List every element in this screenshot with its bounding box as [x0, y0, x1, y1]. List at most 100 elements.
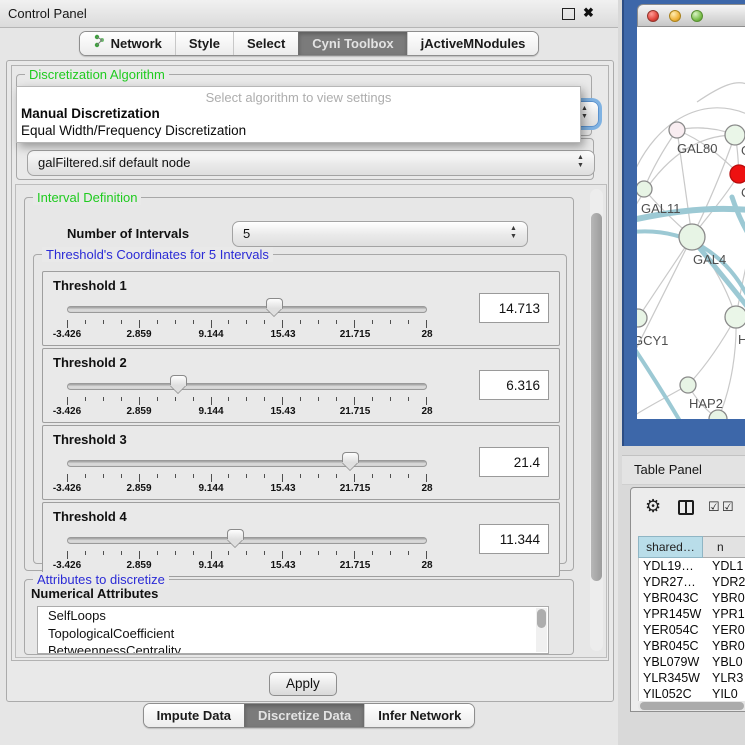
network-graph: GAL80 G C GAL11 GAL4 GCY1 H HAP2 [637, 27, 745, 419]
cyni-toolbox-panel: Discretization Algorithm ▲▼ Select algor… [6, 60, 614, 702]
table-horizontal-scrollbar[interactable] [638, 701, 745, 711]
close-icon[interactable]: ✖ [583, 5, 594, 21]
table-row[interactable]: YBL079WYBL0 [639, 654, 745, 670]
tab-jactivemnodules[interactable]: jActiveMNodules [407, 32, 539, 55]
node-label-gal4: GAL4 [693, 252, 726, 267]
table-panel-title: Table Panel [634, 462, 702, 477]
network-node[interactable] [637, 309, 647, 327]
slider-thumb[interactable] [342, 452, 359, 472]
node-label-partial-c: C [741, 185, 745, 200]
checked-checkbox-icon[interactable]: ☑ [722, 499, 734, 515]
table-row[interactable]: YDL19…YDL1 [639, 558, 745, 574]
table-data-combo[interactable]: galFiltered.sif default node ▲▼ [27, 150, 595, 176]
discretization-algorithm-group-title: Discretization Algorithm [25, 67, 169, 82]
tab-network-label: Network [111, 32, 162, 55]
threshold-4-slider[interactable] [67, 529, 427, 551]
tab-style[interactable]: Style [175, 32, 233, 55]
table-row[interactable]: YBR043CYBR0 [639, 590, 745, 606]
slider-thumb[interactable] [227, 529, 244, 549]
table-row[interactable]: YER054CYER0 [639, 622, 745, 638]
tab-discretize-data[interactable]: Discretize Data [244, 704, 364, 727]
threshold-2-value-field[interactable]: 6.316 [479, 370, 549, 400]
slider-axis-labels: -3.426 2.859 9.144 15.43 21.715 28 [67, 406, 427, 419]
slider-track[interactable] [67, 306, 427, 313]
bottom-tab-bar: Impute Data Discretize Data Infer Networ… [0, 703, 618, 728]
list-item[interactable]: BetweennessCentrality [38, 642, 548, 654]
slider-thumb[interactable] [170, 375, 187, 395]
slider-track[interactable] [67, 460, 427, 467]
threshold-4-panel: Threshold 4 -3.426 2.859 9.144 [42, 502, 560, 577]
network-node[interactable] [679, 224, 705, 250]
attributes-scrollbar-thumb[interactable] [537, 609, 546, 628]
list-item[interactable]: SelfLoops [38, 607, 548, 625]
threshold-1-value-field[interactable]: 14.713 [479, 293, 549, 323]
threshold-1-slider[interactable] [67, 298, 427, 320]
checked-checkbox-icon[interactable]: ☑ [708, 499, 720, 515]
threshold-2-panel: Threshold 2 -3.426 2.859 9.144 [42, 348, 560, 423]
network-node[interactable] [669, 122, 685, 138]
table-horizontal-scrollbar-thumb[interactable] [640, 702, 744, 710]
threshold-2-label: Threshold 2 [53, 355, 127, 370]
close-traffic-light-icon[interactable] [647, 10, 659, 22]
zoom-traffic-light-icon[interactable] [691, 10, 703, 22]
threshold-3-slider[interactable] [67, 452, 427, 474]
settings-scroll-pane: Interval Definition Number of Intervals … [15, 184, 607, 658]
threshold-3-label: Threshold 3 [53, 432, 127, 447]
network-node[interactable] [725, 125, 745, 145]
slider-track[interactable] [67, 383, 427, 390]
algorithm-option-equal-width[interactable]: Equal Width/Frequency Discretization [21, 123, 246, 138]
network-node[interactable] [725, 306, 745, 328]
combo-spinner-icon: ▲▼ [576, 154, 585, 172]
discretize-settings-panel: Discretization Algorithm ▲▼ Select algor… [11, 65, 609, 661]
apply-button[interactable]: Apply [269, 672, 337, 696]
table-row[interactable]: YIL052CYIL0 [639, 686, 745, 701]
minimize-traffic-light-icon[interactable] [669, 10, 681, 22]
tab-cyni-toolbox[interactable]: Cyni Toolbox [298, 32, 406, 55]
network-node[interactable] [637, 181, 652, 197]
combo-spinner-icon: ▲▼ [580, 105, 589, 123]
column-header-shared[interactable]: shared… [638, 536, 703, 558]
float-window-icon[interactable] [562, 8, 575, 20]
numerical-attributes-list[interactable]: SelfLoops TopologicalCoefficient Between… [37, 606, 549, 654]
slider-ticks [67, 474, 427, 483]
interval-definition-group-title: Interval Definition [33, 190, 141, 205]
top-tab-bar: Network Style Select Cyni Toolbox jActiv… [0, 31, 618, 56]
tab-impute-data[interactable]: Impute Data [144, 704, 244, 727]
table-row[interactable]: YPR145WYPR1 [639, 606, 745, 622]
table-panel-titlebar: Table Panel [622, 455, 745, 485]
tab-network[interactable]: Network [80, 32, 175, 55]
control-panel-titlebar: Control Panel ✖ [0, 0, 618, 28]
slider-track[interactable] [67, 537, 427, 544]
column-header-name[interactable]: n [703, 536, 745, 558]
gear-icon[interactable]: ⚙ [645, 496, 661, 517]
slider-ticks [67, 551, 427, 560]
table-row[interactable]: YLR345WYLR3 [639, 670, 745, 686]
split-columns-icon[interactable] [678, 500, 694, 515]
algorithm-dropdown-popup: Select algorithm to view settings Manual… [16, 86, 581, 143]
network-node-selected-red[interactable] [730, 165, 745, 183]
tab-select[interactable]: Select [233, 32, 298, 55]
attributes-group: Attributes to discretize Numerical Attri… [24, 579, 574, 655]
threshold-3-value-field[interactable]: 21.4 [479, 447, 549, 477]
control-panel-window: Control Panel ✖ Network Style Select Cyn… [0, 0, 618, 745]
network-node[interactable] [680, 377, 696, 393]
network-canvas[interactable]: GAL80 G C GAL11 GAL4 GCY1 H HAP2 [637, 27, 745, 419]
algorithm-option-manual[interactable]: Manual Discretization [21, 106, 160, 121]
node-label-gal11: GAL11 [641, 201, 681, 216]
table-row[interactable]: YBR045CYBR0 [639, 638, 745, 654]
settings-scrollbar-thumb[interactable] [591, 213, 602, 581]
algorithm-placeholder-option[interactable]: Select algorithm to view settings [17, 90, 580, 105]
threshold-2-slider[interactable] [67, 375, 427, 397]
list-item[interactable]: TopologicalCoefficient [38, 625, 548, 643]
threshold-4-value-field[interactable]: 11.344 [479, 524, 549, 554]
settings-scrollbar[interactable] [590, 189, 603, 651]
number-of-intervals-combo[interactable]: 5 ▲▼ [232, 221, 528, 247]
tab-infer-network[interactable]: Infer Network [364, 704, 474, 727]
attributes-scrollbar[interactable] [536, 608, 547, 652]
slider-thumb[interactable] [266, 298, 283, 318]
table-body[interactable]: YDL19…YDL1 YDR27…YDR2 YBR043CYBR0 YPR145… [638, 558, 745, 701]
table-row[interactable]: YDR27…YDR2 [639, 574, 745, 590]
network-window-titlebar[interactable] [637, 4, 745, 27]
network-node[interactable] [709, 410, 727, 419]
thresholds-group-title: Threshold's Coordinates for 5 Intervals [42, 247, 273, 262]
